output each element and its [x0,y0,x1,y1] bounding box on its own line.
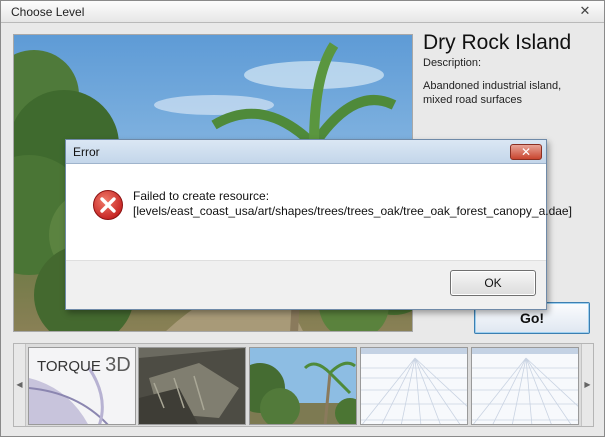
level-name: Dry Rock Island [423,31,572,54]
close-icon[interactable]: ✕ [578,4,592,18]
error-dialog-titlebar: Error ✕ [66,140,546,164]
error-icon [93,190,123,220]
error-close-icon[interactable]: ✕ [510,144,542,160]
level-description: Abandoned industrial island, mixed road … [423,80,562,106]
error-dialog-title: Error [73,145,100,159]
error-dialog: Error ✕ Failed to create resource: [leve… [65,139,572,310]
thumbnail-grid-level-2[interactable] [471,347,579,425]
torque-logo-text: TORQUE 3D [37,354,131,376]
error-message: Failed to create resource: [levels/east_… [133,189,572,218]
thumbnail-rocky-level[interactable] [138,347,246,425]
thumbnail-grid-level-1[interactable] [360,347,468,425]
main-titlebar: Choose Level ✕ [1,1,604,23]
scroll-right-button[interactable]: ▶ [581,344,593,426]
scroll-left-button[interactable]: ◀ [14,344,26,426]
error-dialog-footer: OK [66,260,546,309]
level-thumbnail-strip: ◀ TORQUE 3D ▶ [13,343,594,427]
choose-level-window: Choose Level ✕ Dry Rock Island Descripti… [0,0,605,437]
ok-button[interactable]: OK [450,270,536,296]
error-dialog-body: Failed to create resource: [levels/east_… [66,165,572,260]
thumbnail-dry-rock-island[interactable] [249,347,357,425]
window-title: Choose Level [11,5,85,19]
description-label: Description: [423,57,482,69]
thumbnail-torque-logo[interactable]: TORQUE 3D [28,347,136,425]
